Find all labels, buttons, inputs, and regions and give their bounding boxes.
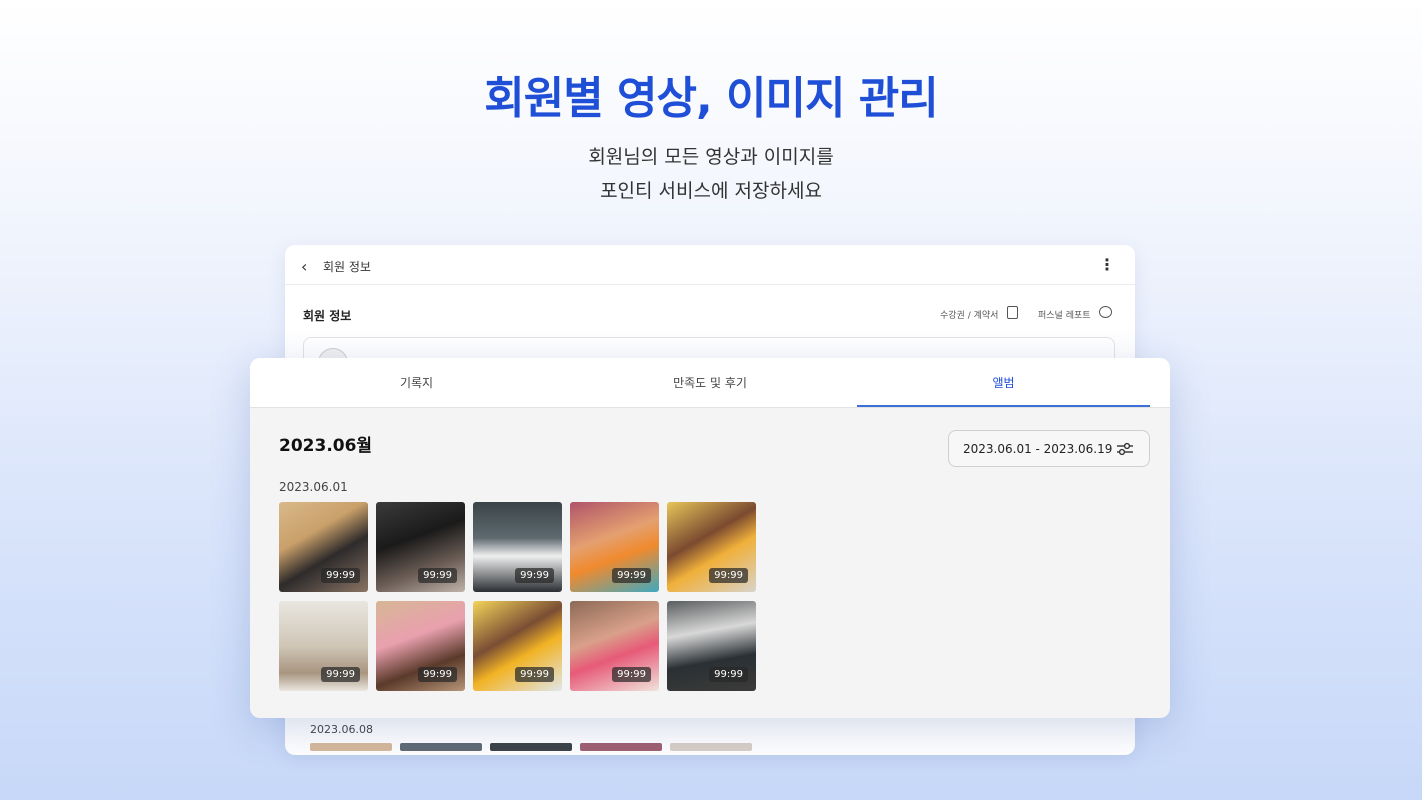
tab-active-indicator	[857, 405, 1150, 407]
album-thumbnail[interactable]: 99:99	[376, 601, 465, 691]
thumbnail-peek[interactable]	[580, 743, 662, 751]
tab-review[interactable]: 만족도 및 후기	[563, 358, 857, 408]
video-duration: 99:99	[321, 568, 360, 583]
member-info-header: ‹ 회원 정보 ⋮	[285, 245, 1135, 285]
tab-record[interactable]: 기록지	[270, 358, 563, 408]
album-thumbnail[interactable]: 99:99	[376, 502, 465, 592]
video-duration: 99:99	[321, 667, 360, 682]
second-date-thumbnails	[310, 743, 752, 751]
album-thumbnail[interactable]: 99:99	[279, 601, 368, 691]
more-vertical-icon[interactable]: ⋮	[1099, 255, 1115, 274]
chat-bubble-icon[interactable]	[1099, 306, 1112, 318]
contract-link[interactable]: 수강권 / 계약서	[940, 308, 998, 321]
album-thumbnail[interactable]: 99:99	[473, 601, 562, 691]
personal-report-link[interactable]: 퍼스널 레포트	[1038, 308, 1091, 321]
album-thumbnail[interactable]: 99:99	[473, 502, 562, 592]
video-duration: 99:99	[612, 667, 651, 682]
video-duration: 99:99	[709, 568, 748, 583]
video-duration: 99:99	[418, 667, 457, 682]
document-icon[interactable]	[1007, 306, 1018, 319]
member-info-header-title: 회원 정보	[323, 260, 371, 274]
hero-subtitle-line1: 회원님의 모든 영상과 이미지를	[588, 146, 834, 168]
tab-bar: 기록지 만족도 및 후기 앨범	[250, 358, 1170, 408]
hero-subtitle-line2: 포인티 서비스에 저장하세요	[600, 180, 822, 202]
thumbnail-peek[interactable]	[670, 743, 752, 751]
date-range-filter-button[interactable]: 2023.06.01 - 2023.06.19	[948, 430, 1150, 467]
album-panel: 기록지 만족도 및 후기 앨범 2023.06월 2023.06.01 - 20…	[250, 358, 1170, 718]
album-thumbnail[interactable]: 99:99	[279, 502, 368, 592]
video-duration: 99:99	[418, 568, 457, 583]
hero-subtitle: 회원님의 모든 영상과 이미지를 포인티 서비스에 저장하세요	[0, 140, 1422, 208]
video-duration: 99:99	[515, 568, 554, 583]
thumbnail-peek[interactable]	[310, 743, 392, 751]
member-info-section-title: 회원 정보	[303, 309, 352, 323]
video-duration: 99:99	[709, 667, 748, 682]
back-icon[interactable]: ‹	[301, 257, 307, 276]
hero-title: 회원별 영상, 이미지 관리	[484, 73, 938, 124]
album-thumbnail[interactable]: 99:99	[667, 502, 756, 592]
video-duration: 99:99	[612, 568, 651, 583]
album-thumbnail[interactable]: 99:99	[570, 601, 659, 691]
album-date-label: 2023.06.01	[279, 480, 348, 494]
album-date-label-second: 2023.06.08	[310, 723, 373, 736]
tab-album[interactable]: 앨범	[857, 358, 1150, 408]
album-thumbnail[interactable]: 99:99	[570, 502, 659, 592]
thumbnail-peek[interactable]	[490, 743, 572, 751]
month-title: 2023.06월	[279, 436, 373, 456]
video-duration: 99:99	[515, 667, 554, 682]
date-range-text: 2023.06.01 - 2023.06.19	[963, 442, 1113, 456]
filter-sliders-icon	[1117, 442, 1133, 456]
album-thumbnail[interactable]: 99:99	[667, 601, 756, 691]
thumbnail-peek[interactable]	[400, 743, 482, 751]
